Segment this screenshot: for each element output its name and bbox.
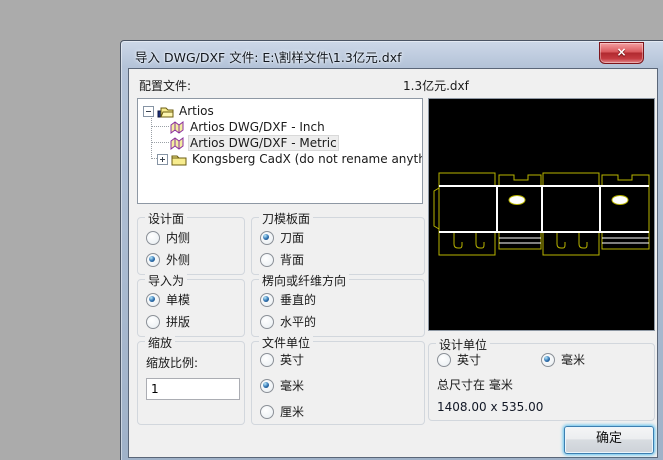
radio-file-units-mm[interactable]: 毫米 <box>260 378 424 393</box>
radio-horizontal[interactable]: 水平的 <box>260 314 424 329</box>
radio-label: 英寸 <box>280 351 304 368</box>
radio-label: 垂直的 <box>280 291 316 308</box>
import-dwg-dxf-dialog: 导入 DWG/DXF 文件: E:\割样文件\1.3亿元.dxf × 配置文件:… <box>120 40 663 460</box>
scale-ratio-input[interactable] <box>146 378 240 400</box>
scale-ratio-label: 缩放比例: <box>146 354 198 371</box>
tree-item-dwg-inch[interactable]: Artios DWG/DXF - Inch <box>138 119 422 135</box>
radio-icon <box>260 379 274 393</box>
radio-label: 英寸 <box>457 351 481 368</box>
overall-size-value: 1408.00 x 535.00 <box>437 400 543 414</box>
radio-label: 厘米 <box>280 403 304 420</box>
profile-files-label: 配置文件: <box>139 77 191 94</box>
close-button[interactable]: × <box>599 42 644 64</box>
group-title: 刀模板面 <box>259 210 313 227</box>
preview-canvas <box>429 99 654 330</box>
radio-icon <box>146 315 160 329</box>
group-title: 文件单位 <box>259 334 313 351</box>
group-die-board-face: 刀模板面 刀面 背面 <box>251 217 425 275</box>
group-scale: 缩放 缩放比例: <box>137 341 245 425</box>
profile-tree: Artios Artios DWG/DXF - Inch Artios DWG/… <box>137 98 423 204</box>
radio-icon <box>260 231 274 245</box>
radio-label: 毫米 <box>280 377 304 394</box>
group-design-face: 设计面 内侧 外侧 <box>137 217 245 275</box>
overall-size-caption: 总尺寸在 毫米 <box>437 376 513 393</box>
radio-label: 毫米 <box>561 351 585 368</box>
expand-icon[interactable] <box>157 154 168 165</box>
radio-label: 内侧 <box>166 229 190 246</box>
radio-icon <box>260 315 274 329</box>
dialog-client-area: 配置文件: 1.3亿元.dxf Artios <box>128 68 658 458</box>
tree-item-label: Artios DWG/DXF - Metric <box>188 135 339 151</box>
radio-design-face-inner[interactable]: 内侧 <box>146 230 244 245</box>
tree-item-label: Artios DWG/DXF - Inch <box>188 120 327 134</box>
tree-item-label: Kongsberg CadX (do not rename anything) <box>190 152 423 166</box>
radio-icon <box>437 353 451 367</box>
radio-icon <box>260 253 274 267</box>
dieline-preview <box>428 98 655 331</box>
radio-icon <box>260 293 274 307</box>
radio-back-face[interactable]: 背面 <box>260 252 424 267</box>
radio-icon <box>146 293 160 307</box>
ok-button-label: 确定 <box>596 431 622 446</box>
radio-design-face-outer[interactable]: 外侧 <box>146 252 244 267</box>
group-title: 设计面 <box>145 210 187 227</box>
radio-vertical[interactable]: 垂直的 <box>260 292 424 307</box>
desktop-backdrop: { "colors": { "radio_blue": "#2d70b0", "… <box>0 0 663 460</box>
profile-map-icon <box>170 137 185 150</box>
radio-file-units-inch[interactable]: 英寸 <box>260 352 424 367</box>
ok-button[interactable]: 确定 <box>564 426 654 454</box>
radio-icon <box>260 353 274 367</box>
radio-layout[interactable]: 拼版 <box>146 314 244 329</box>
open-folder-icon <box>157 105 174 118</box>
radio-icon <box>541 353 555 367</box>
radio-file-units-cm[interactable]: 厘米 <box>260 404 424 419</box>
radio-design-units-mm[interactable]: 毫米 <box>541 352 585 367</box>
tree-item-dwg-metric[interactable]: Artios DWG/DXF - Metric <box>138 135 422 151</box>
folder-icon <box>171 153 187 166</box>
dialog-titlebar[interactable]: 导入 DWG/DXF 文件: E:\割样文件\1.3亿元.dxf × <box>121 41 663 68</box>
profile-map-icon <box>170 121 185 134</box>
dialog-title: 导入 DWG/DXF 文件: E:\割样文件\1.3亿元.dxf <box>135 47 402 66</box>
radio-icon <box>146 231 160 245</box>
tree-item-artios-root[interactable]: Artios <box>138 103 422 119</box>
radio-icon <box>260 405 274 419</box>
radio-label: 刀面 <box>280 229 304 246</box>
group-file-units: 文件单位 英寸 毫米 厘米 <box>251 341 425 425</box>
current-filename: 1.3亿元.dxf <box>403 77 469 94</box>
radio-label: 水平的 <box>280 313 316 330</box>
group-title: 缩放 <box>145 334 175 351</box>
group-grain-direction: 楞向或纤维方向 垂直的 水平的 <box>251 279 425 337</box>
group-title: 导入为 <box>145 272 187 289</box>
group-import-as: 导入为 单模 拼版 <box>137 279 245 337</box>
radio-label: 单模 <box>166 291 190 308</box>
radio-icon <box>146 253 160 267</box>
radio-label: 背面 <box>280 251 304 268</box>
close-icon: × <box>616 45 626 59</box>
radio-single-design[interactable]: 单模 <box>146 292 244 307</box>
radio-label: 拼版 <box>166 313 190 330</box>
radio-design-units-inch[interactable]: 英寸 <box>437 352 481 367</box>
tree-item-kongsberg-cadx[interactable]: Kongsberg CadX (do not rename anything) <box>138 151 422 167</box>
collapse-icon[interactable] <box>143 106 154 117</box>
group-design-units: 设计单位 英寸 毫米 总尺寸在 毫米 1408.00 x 535.00 <box>428 343 655 421</box>
radio-knife-face[interactable]: 刀面 <box>260 230 424 245</box>
radio-label: 外侧 <box>166 251 190 268</box>
tree-item-label: Artios <box>177 104 216 118</box>
group-title: 楞向或纤维方向 <box>259 272 349 289</box>
